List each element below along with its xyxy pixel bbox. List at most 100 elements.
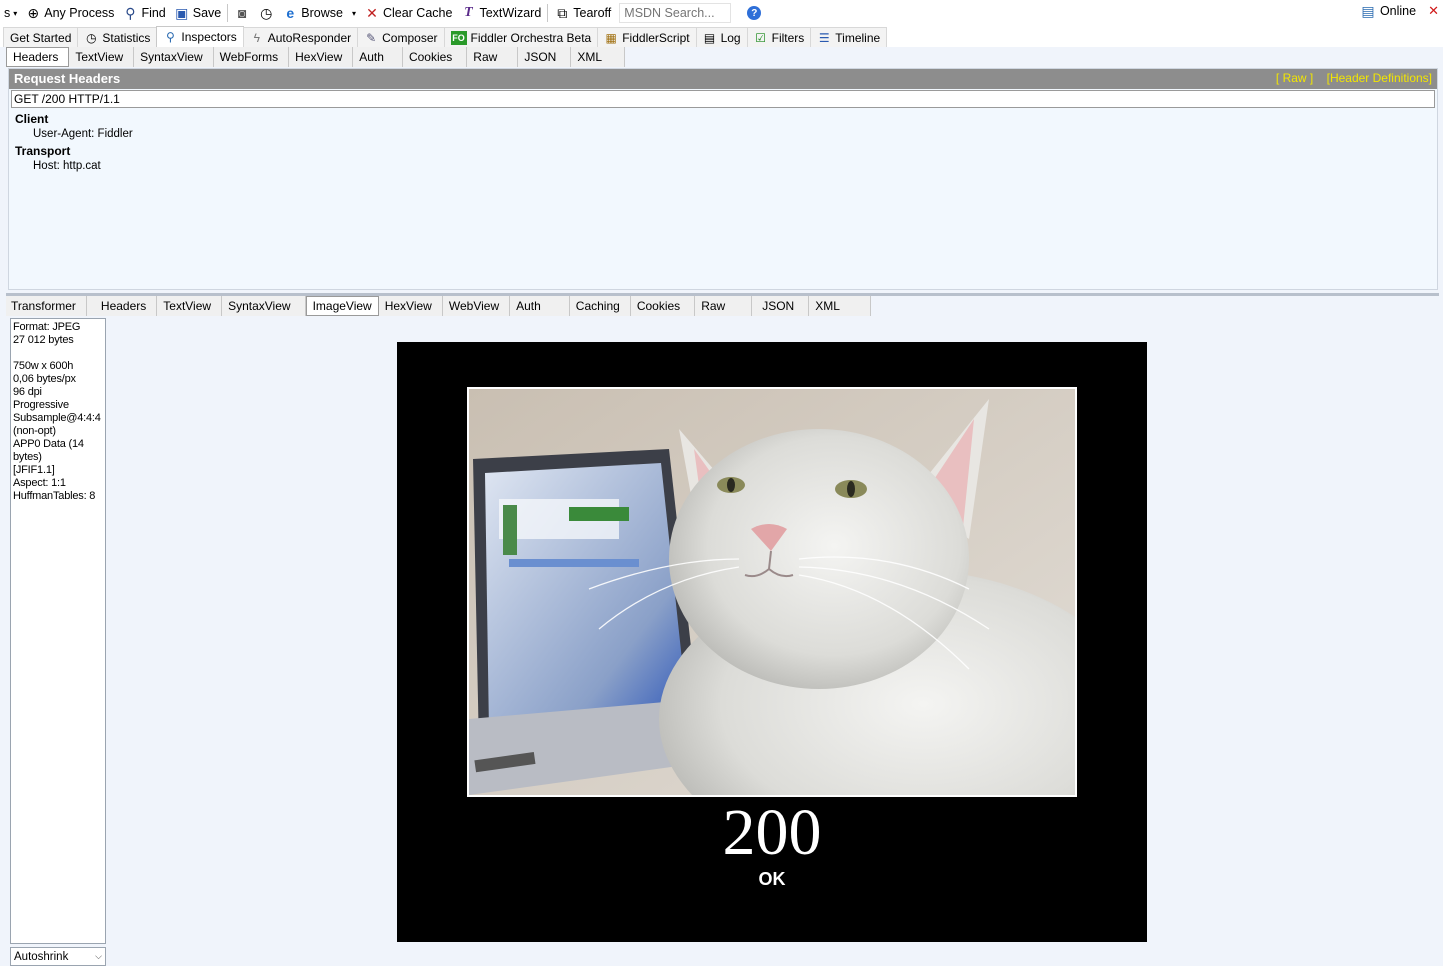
info-jfif: [JFIF1.1] <box>13 464 55 476</box>
resp-tab-hexview[interactable]: HexView <box>379 296 443 316</box>
header-group-transport[interactable]: Transport <box>15 144 1431 158</box>
tab-log[interactable]: ▤ Log <box>695 27 748 47</box>
header-definitions-link[interactable]: [Header Definitions] <box>1327 71 1432 85</box>
resp-tab-raw[interactable]: Raw <box>695 296 753 316</box>
find-label: Find <box>141 6 166 20</box>
raw-link[interactable]: [ Raw ] <box>1276 71 1313 85</box>
tearoff-label: Tearoff <box>573 6 612 20</box>
tab-get-started[interactable]: Get Started <box>3 27 79 47</box>
info-dimensions: 750w x 600h <box>13 360 74 372</box>
chevron-down-icon: ⌵ <box>95 951 102 961</box>
crosshair-icon: ⊕ <box>27 5 40 21</box>
request-line[interactable]: GET /200 HTTP/1.1 <box>11 90 1435 108</box>
main-toolbar: s ▾ ⊕ Any Process ⚲ Find ▣ Save ◙ ◷ e Br… <box>0 0 1443 26</box>
browse-button[interactable]: e Browse ▾ <box>278 2 360 24</box>
cat-photo-illustration <box>469 389 1075 795</box>
any-process-button[interactable]: ⊕ Any Process <box>21 2 118 24</box>
tab-composer[interactable]: ✎ Composer <box>357 27 445 47</box>
tab-label: Inspectors <box>181 30 237 44</box>
req-tab-raw[interactable]: Raw <box>467 47 519 67</box>
close-icon[interactable]: ✕ <box>1428 3 1439 19</box>
image-info-panel[interactable]: Format: JPEG 27 012 bytes 750w x 600h 0,… <box>10 318 106 944</box>
resp-tab-auth[interactable]: Auth <box>510 296 570 316</box>
tab-fiddler-orchestra[interactable]: FO Fiddler Orchestra Beta <box>443 27 599 47</box>
req-tab-webforms[interactable]: WebForms <box>214 47 290 67</box>
network-icon: ▤ <box>1361 3 1375 19</box>
online-label: Online <box>1379 4 1417 18</box>
response-image: 200 OK <box>397 342 1147 942</box>
info-format: Format: JPEG <box>13 321 81 333</box>
tearoff-button[interactable]: ⧉ Tearoff <box>550 2 615 24</box>
req-tab-textview[interactable]: TextView <box>69 47 135 67</box>
resp-tab-imageview[interactable]: ImageView <box>305 296 379 316</box>
log-icon: ▤ <box>703 30 716 45</box>
save-button[interactable]: ▣ Save <box>170 2 226 24</box>
tab-label: AutoResponder <box>267 30 352 45</box>
header-group-client[interactable]: Client <box>15 112 1431 126</box>
info-app0-bytes: bytes) <box>13 451 42 463</box>
msdn-search-input[interactable] <box>619 3 732 23</box>
info-app0: APP0 Data (14 <box>13 438 84 450</box>
resp-tab-textview[interactable]: TextView <box>157 296 223 316</box>
online-indicator[interactable]: ▤ Online ✕ <box>1360 3 1439 19</box>
stopwatch-icon: ◷ <box>86 30 97 45</box>
tab-label: Composer <box>382 30 438 45</box>
request-inspector-tabs: Headers TextView SyntaxView WebForms Hex… <box>6 47 626 67</box>
tab-fiddlerscript[interactable]: ▦ FiddlerScript <box>597 27 697 47</box>
help-icon[interactable]: ? <box>747 6 762 20</box>
request-headers-panel: Request Headers [ Raw ] [Header Definiti… <box>8 68 1438 290</box>
script-icon: ▦ <box>605 30 617 45</box>
req-tab-headers[interactable]: Headers <box>6 47 70 67</box>
camera-icon: ◙ <box>238 5 247 21</box>
find-button[interactable]: ⚲ Find <box>118 2 169 24</box>
tab-timeline[interactable]: ☰ Timeline <box>810 27 888 47</box>
tab-filters[interactable]: ☑ Filters <box>746 27 812 47</box>
toolbar-separator <box>547 4 549 22</box>
tab-autoresponder[interactable]: ϟ AutoResponder <box>242 27 359 47</box>
req-tab-auth[interactable]: Auth <box>353 47 403 67</box>
lightning-icon: ϟ <box>253 30 260 45</box>
header-tree: Client User-Agent: Fiddler Transport Hos… <box>9 108 1437 176</box>
req-tab-syntaxview[interactable]: SyntaxView <box>134 47 214 67</box>
internet-explorer-icon: e <box>286 5 295 21</box>
req-tab-json[interactable]: JSON <box>518 47 572 67</box>
resp-tab-transformer[interactable]: Transformer <box>6 296 87 316</box>
textwizard-button[interactable]: T TextWizard <box>456 2 545 24</box>
resp-tab-xml[interactable]: XML <box>809 296 871 316</box>
header-host[interactable]: Host: http.cat <box>15 158 1431 174</box>
resp-tab-webview[interactable]: WebView <box>443 296 511 316</box>
resp-tab-syntaxview[interactable]: SyntaxView <box>222 296 306 316</box>
tab-label: Log <box>720 30 741 45</box>
save-label: Save <box>192 6 222 20</box>
info-bytes-per-px: 0,06 bytes/px <box>13 373 76 385</box>
main-tab-strip: Get Started ◷ Statistics ⚲ Inspectors ϟ Aut… <box>0 26 1443 47</box>
info-huffman: HuffmanTables: 8 <box>13 490 96 502</box>
resp-tab-cookies[interactable]: Cookies <box>631 296 696 316</box>
timer-button[interactable]: ◷ <box>254 2 278 24</box>
resp-tab-headers[interactable]: Headers <box>87 296 158 316</box>
info-subsample: Subsample@4:4:4 <box>13 412 101 424</box>
resp-tab-json[interactable]: JSON <box>752 296 810 316</box>
tab-inspectors[interactable]: ⚲ Inspectors <box>156 26 244 47</box>
req-tab-hexview[interactable]: HexView <box>289 47 354 67</box>
clear-cache-icon: ✕ <box>366 5 378 21</box>
clear-cache-button[interactable]: ✕ Clear Cache <box>360 2 456 24</box>
tab-label: Get Started <box>10 30 72 45</box>
binoculars-icon: ⚲ <box>125 5 136 21</box>
req-tab-cookies[interactable]: Cookies <box>403 47 468 67</box>
cat-photo <box>465 385 1079 799</box>
stream-dropdown[interactable]: s ▾ <box>0 2 21 24</box>
magnifier-icon: ⚲ <box>165 30 175 44</box>
screenshot-button[interactable]: ◙ <box>230 2 254 24</box>
info-non-opt: (non-opt) <box>13 425 56 437</box>
autoshrink-value: Autoshrink <box>14 950 69 963</box>
autoshrink-select[interactable]: Autoshrink ⌵ <box>10 947 106 966</box>
req-tab-xml[interactable]: XML <box>571 47 626 67</box>
browse-label: Browse <box>301 6 343 20</box>
resp-tab-caching[interactable]: Caching <box>570 296 631 316</box>
browse-dropdown-icon[interactable]: ▾ <box>352 9 356 18</box>
header-user-agent[interactable]: User-Agent: Fiddler <box>15 126 1431 142</box>
tearoff-icon: ⧉ <box>557 5 568 21</box>
tab-statistics[interactable]: ◷ Statistics <box>77 27 158 47</box>
checkbox-icon: ☑ <box>755 30 766 45</box>
